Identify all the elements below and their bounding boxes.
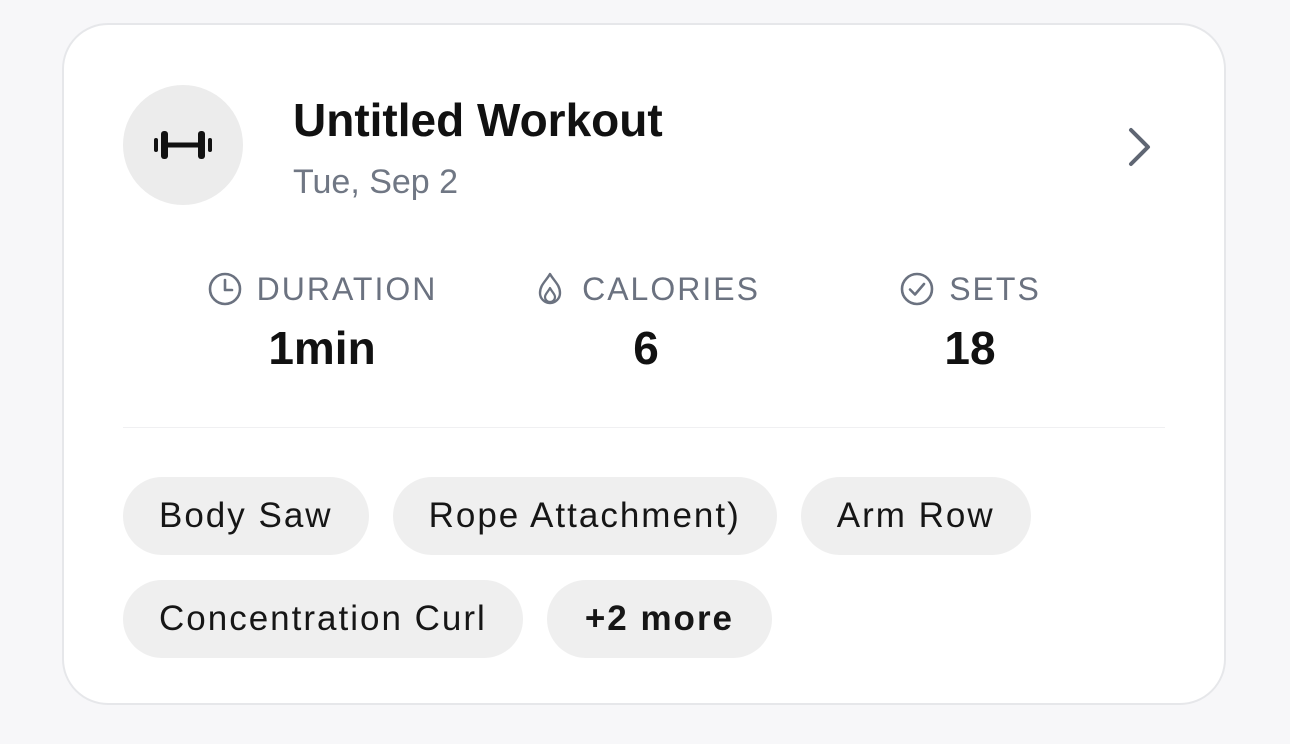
divider <box>123 427 1165 428</box>
stat-calories: CALORIES 6 <box>476 265 816 395</box>
workout-card[interactable]: Untitled Workout Tue, Sep 2 DURATION 1mi… <box>62 23 1226 705</box>
workout-title: Untitled Workout <box>293 94 663 146</box>
exercise-tag: Rope Attachment) <box>392 477 777 555</box>
exercise-tag: Concentration Curl <box>123 580 523 658</box>
stat-calories-label: CALORIES <box>582 270 760 307</box>
exercise-tag: Arm Row <box>800 477 1031 555</box>
stat-calories-label-row: CALORIES <box>476 265 816 313</box>
stat-sets-value: 18 <box>944 322 996 374</box>
workout-header[interactable]: Untitled Workout Tue, Sep 2 <box>64 25 1224 225</box>
stat-sets: SETS 18 <box>800 265 1140 395</box>
stat-calories-value: 6 <box>633 322 659 374</box>
workout-date: Tue, Sep 2 <box>293 163 459 201</box>
exercise-tag-list: Body Saw Rope Attachment) Arm Row Concen… <box>123 477 1173 658</box>
chevron-right-icon[interactable] <box>1124 125 1154 169</box>
flame-icon <box>538 272 562 305</box>
stat-duration-value: 1min <box>268 322 376 374</box>
stat-sets-label: SETS <box>949 270 1041 307</box>
more-exercises-tag[interactable]: +2 more <box>546 580 773 658</box>
workout-avatar <box>123 85 243 205</box>
check-circle-icon <box>900 272 934 306</box>
stat-sets-label-row: SETS <box>800 265 1140 313</box>
clock-icon <box>208 272 241 306</box>
stat-duration-label-row: DURATION <box>152 265 492 313</box>
stat-duration: DURATION 1min <box>152 265 492 395</box>
exercise-tag: Body Saw <box>123 477 369 555</box>
dumbbell-icon <box>154 131 212 159</box>
stat-duration-label: DURATION <box>256 270 438 307</box>
